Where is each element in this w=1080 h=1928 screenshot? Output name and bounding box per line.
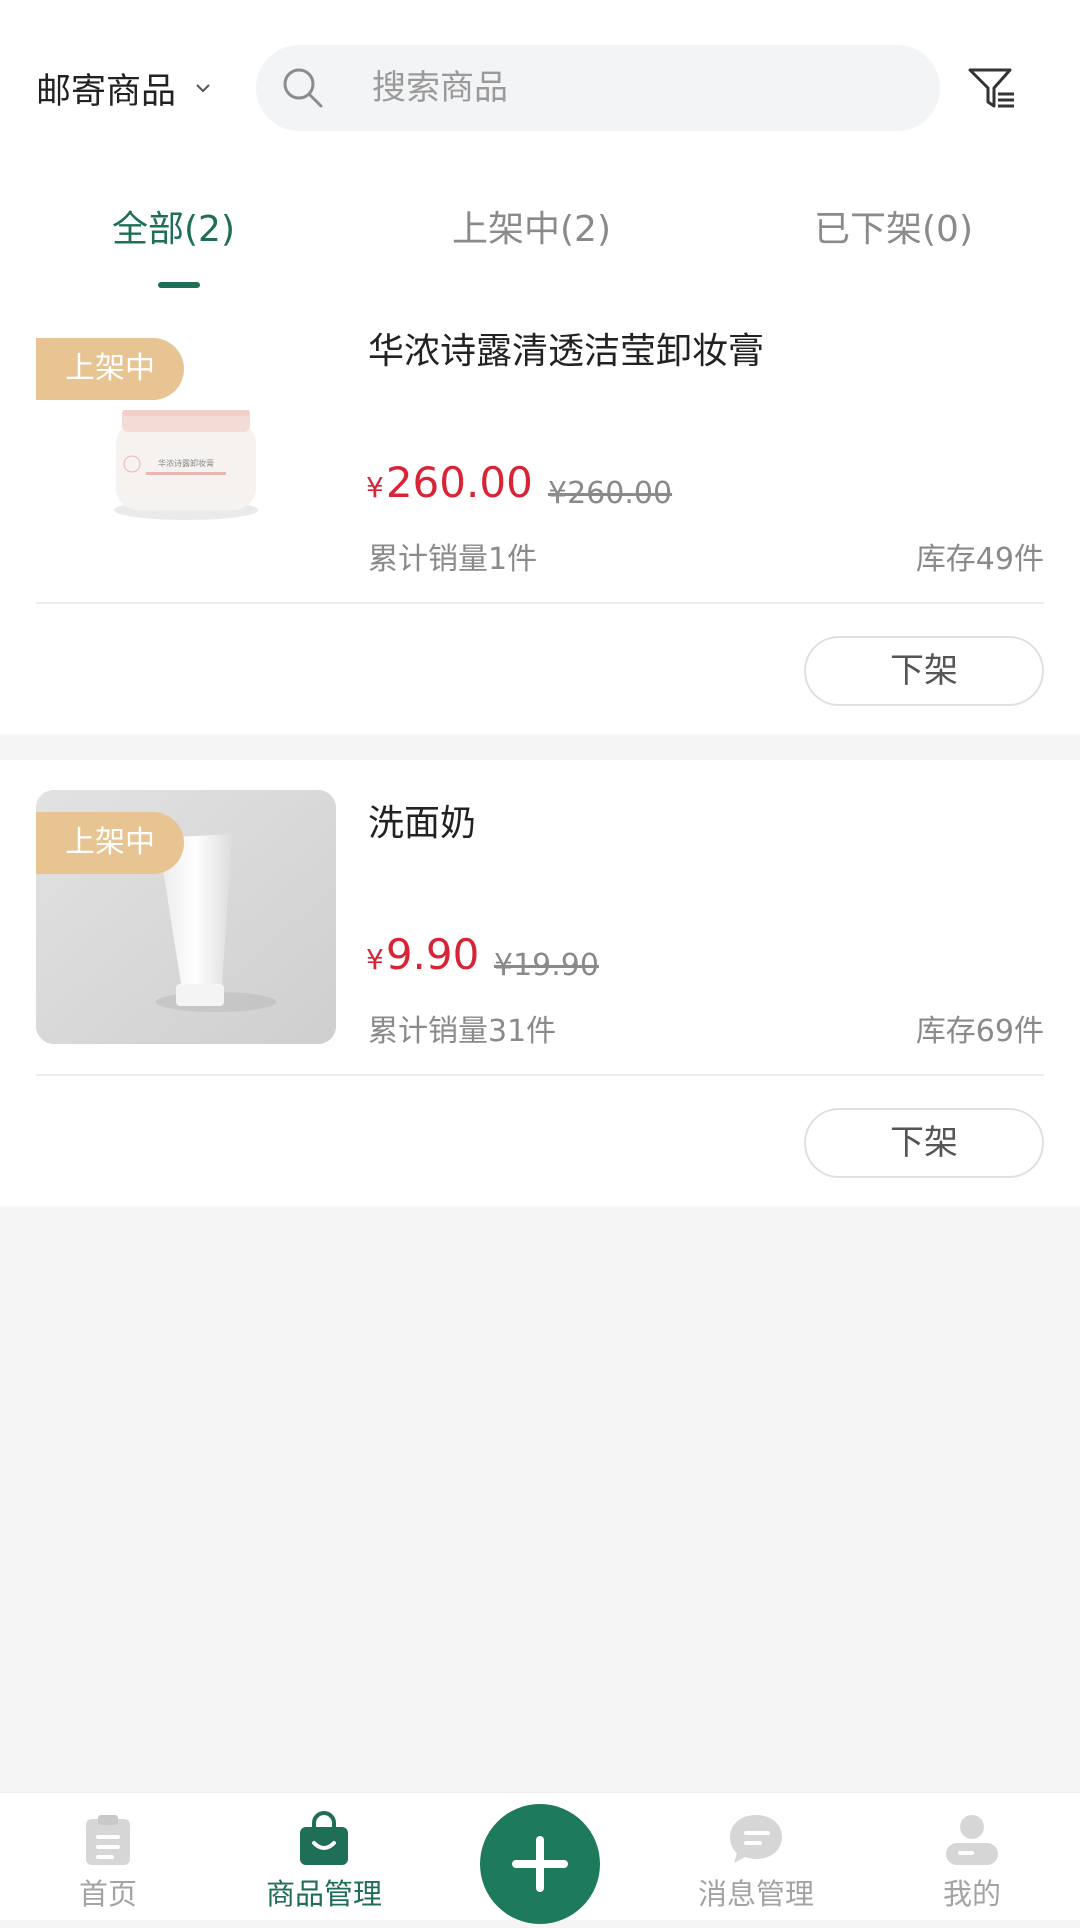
add-product-button[interactable] xyxy=(480,1804,600,1924)
price-value: 9.90 xyxy=(385,930,480,979)
product-card[interactable]: 上架中 洗面奶 ¥ 9.90 ¥19.90 累计销量31件 库存69件 下架 xyxy=(0,760,1080,1206)
price-value: 260.00 xyxy=(385,458,533,507)
status-badge: 上架中 xyxy=(36,338,184,400)
sales-count: 累计销量1件 xyxy=(368,542,538,577)
product-name: 华浓诗露清透洁莹卸妆膏 xyxy=(368,331,765,372)
tab-indicator xyxy=(158,282,200,288)
search-input[interactable]: 搜索商品 xyxy=(256,45,940,131)
category-dropdown[interactable]: 邮寄商品 xyxy=(36,58,212,118)
nav-products-label: 商品管理 xyxy=(265,1877,382,1911)
status-tabs: 全部(2) 上架中(2) 已下架(0) xyxy=(0,160,1080,300)
category-label: 邮寄商品 xyxy=(36,71,177,112)
tab-on-shelf[interactable]: 上架中(2) xyxy=(452,200,611,252)
nav-home-label: 首页 xyxy=(78,1877,137,1911)
nav-products[interactable]: 商品管理 xyxy=(244,1793,404,1921)
plus-icon xyxy=(512,1836,568,1892)
svg-text:华浓诗露卸妆膏: 华浓诗露卸妆膏 xyxy=(158,458,214,468)
nav-messages[interactable]: 消息管理 xyxy=(676,1793,836,1921)
product-price: ¥ 9.90 xyxy=(366,930,479,979)
product-price: ¥ 260.00 xyxy=(366,458,533,507)
currency-symbol: ¥ xyxy=(366,471,384,504)
nav-messages-label: 消息管理 xyxy=(697,1877,814,1911)
tab-all[interactable]: 全部(2) xyxy=(112,200,235,252)
original-price: ¥260.00 xyxy=(548,476,673,511)
chat-bubble-icon xyxy=(730,1815,782,1863)
filter-icon[interactable] xyxy=(964,60,1020,116)
divider xyxy=(36,602,1044,604)
nav-home[interactable]: 首页 xyxy=(28,1793,188,1921)
stock-count: 库存49件 xyxy=(915,542,1044,577)
product-card[interactable]: 华浓诗露卸妆膏 上架中 华浓诗露清透洁莹卸妆膏 ¥ 260.00 ¥260.00… xyxy=(0,300,1080,734)
stock-count: 库存69件 xyxy=(915,1014,1044,1049)
original-price: ¥19.90 xyxy=(494,948,599,983)
delist-button[interactable]: 下架 xyxy=(804,636,1044,706)
user-icon xyxy=(946,1815,998,1865)
search-icon xyxy=(283,68,323,108)
shopping-bag-icon xyxy=(300,1811,348,1865)
clipboard-icon xyxy=(86,1815,130,1865)
chevron-down-icon xyxy=(196,84,210,93)
search-placeholder: 搜索商品 xyxy=(372,68,508,108)
nav-profile[interactable]: 我的 xyxy=(892,1793,1052,1921)
sales-count: 累计销量31件 xyxy=(368,1014,557,1049)
divider xyxy=(36,1074,1044,1076)
delist-button[interactable]: 下架 xyxy=(804,1108,1044,1178)
status-badge: 上架中 xyxy=(36,812,184,874)
top-bar: 邮寄商品 搜索商品 xyxy=(0,0,1080,160)
currency-symbol: ¥ xyxy=(366,943,384,976)
nav-profile-label: 我的 xyxy=(942,1877,1001,1911)
tab-off-shelf[interactable]: 已下架(0) xyxy=(814,200,973,252)
product-name: 洗面奶 xyxy=(368,803,477,844)
